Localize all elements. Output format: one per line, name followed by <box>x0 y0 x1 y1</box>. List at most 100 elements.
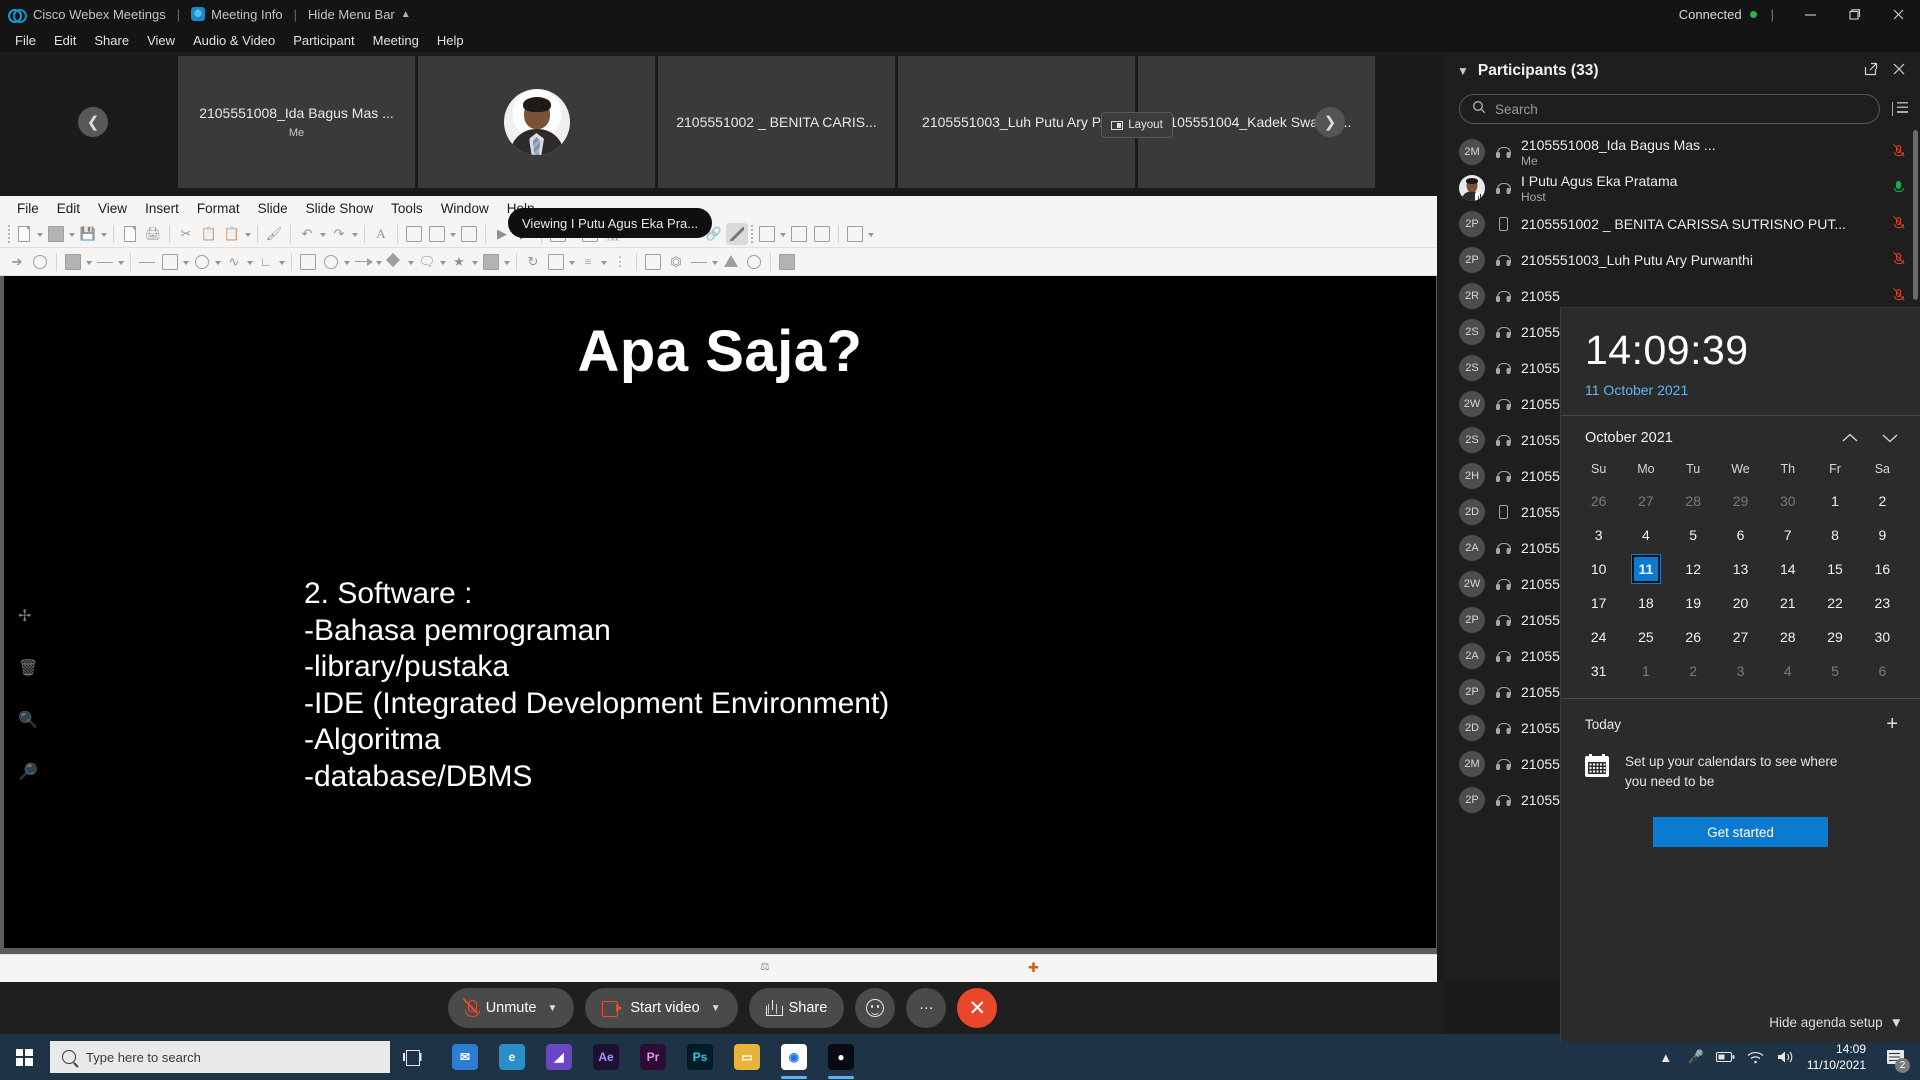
unmute-button[interactable]: Unmute ▼ <box>447 988 575 1028</box>
calendar-day[interactable]: 27 <box>1622 484 1669 518</box>
glue-points-icon[interactable] <box>743 251 765 273</box>
taskbar-edge-icon[interactable]: e <box>490 1034 534 1080</box>
task-view-button[interactable] <box>390 1034 434 1080</box>
taskbar-file-explorer-icon[interactable]: ▭ <box>725 1034 769 1080</box>
calendar-day[interactable]: 3 <box>1575 518 1622 552</box>
clone-formatting-icon[interactable]: 🖌 <box>263 223 285 245</box>
spelling-icon[interactable]: A <box>370 223 392 245</box>
chevron-down-icon[interactable]: ▼ <box>547 1003 557 1014</box>
end-meeting-button[interactable]: ✕ <box>957 988 998 1028</box>
participants-scrollbar[interactable] <box>1913 130 1918 300</box>
meeting-info-label[interactable]: Meeting Info <box>211 7 283 22</box>
insert-ellipse-icon[interactable] <box>191 251 213 273</box>
calendar-day[interactable]: 4 <box>1764 654 1811 688</box>
impress-menu-item-file[interactable]: File <box>8 199 48 218</box>
delete-tool-icon[interactable]: 🗑 <box>18 658 38 677</box>
new-slide-icon[interactable] <box>756 223 778 245</box>
calendar-day[interactable]: 25 <box>1622 620 1669 654</box>
points-icon[interactable] <box>720 251 742 273</box>
filmstrip-next-button[interactable]: ❯ <box>1315 107 1345 137</box>
chevron-down-icon[interactable] <box>439 251 447 273</box>
impress-menu-item-slide-show[interactable]: Slide Show <box>297 199 383 218</box>
sort-participants-icon[interactable] <box>1892 102 1908 116</box>
zoom-out-icon[interactable]: 🔎 <box>18 762 38 781</box>
open-file-icon[interactable] <box>45 223 67 245</box>
calendar-day[interactable]: 28 <box>1670 484 1717 518</box>
calendar-day[interactable]: 6 <box>1717 518 1764 552</box>
chevron-down-icon[interactable] <box>867 223 875 245</box>
chevron-down-icon[interactable] <box>351 223 359 245</box>
fill-color-icon[interactable] <box>62 251 84 273</box>
insert-curve-icon[interactable]: ∿ <box>223 251 245 273</box>
hide-agenda-setup-label[interactable]: Hide agenda setup <box>1769 1015 1882 1030</box>
calendar-day[interactable]: 28 <box>1764 620 1811 654</box>
reactions-button[interactable] <box>855 988 896 1028</box>
line-color-icon[interactable] <box>94 251 116 273</box>
chevron-down-icon[interactable] <box>100 223 108 245</box>
calendar-day-selected[interactable]: 11 <box>1622 552 1669 586</box>
block-arrows-icon[interactable] <box>352 251 374 273</box>
show-draw-functions-icon[interactable] <box>726 222 748 245</box>
undo-icon[interactable]: ↶ <box>296 223 318 245</box>
display-views-icon[interactable] <box>426 223 448 245</box>
current-date[interactable]: 11 October 2021 <box>1585 382 1896 398</box>
hide-menu-bar-button[interactable]: Hide Menu Bar <box>308 7 395 22</box>
flowchart-shapes-icon[interactable] <box>384 251 406 273</box>
chevron-down-icon[interactable] <box>85 251 93 273</box>
impress-menu-item-window[interactable]: Window <box>432 199 498 218</box>
move-tool-icon[interactable]: ✢ <box>18 606 36 625</box>
calendar-day[interactable]: 16 <box>1859 552 1906 586</box>
chevron-down-icon[interactable] <box>375 251 383 273</box>
filmstrip-prev-button[interactable]: ❮ <box>78 107 108 137</box>
chevron-down-icon[interactable]: ▼ <box>1457 64 1469 78</box>
calendar-day[interactable]: 3 <box>1717 654 1764 688</box>
toolbar-drag-handle-2[interactable] <box>749 223 755 244</box>
calendar-day[interactable]: 20 <box>1717 586 1764 620</box>
meeting-info-icon[interactable] <box>191 7 206 21</box>
chevron-down-icon[interactable] <box>779 223 787 245</box>
chevron-down-icon[interactable] <box>278 251 286 273</box>
calendar-day[interactable]: 12 <box>1670 552 1717 586</box>
webex-menu-item-participant[interactable]: Participant <box>284 31 363 50</box>
microphone-active-icon[interactable] <box>1892 180 1906 196</box>
calendar-day[interactable]: 26 <box>1575 484 1622 518</box>
microphone-muted-icon[interactable] <box>1892 287 1906 304</box>
chevron-down-icon[interactable] <box>182 251 190 273</box>
cut-icon[interactable]: ✂ <box>175 223 197 245</box>
zoom-in-icon[interactable]: 🔍 <box>18 710 38 729</box>
toggle-extrusion-icon[interactable] <box>776 251 798 273</box>
chevron-down-icon[interactable] <box>214 251 222 273</box>
calendar-grid[interactable]: Su Mo Tu We Th Fr Sa 26 27 28 29 30 1 2 3 4 5 6 7 8 9 10 11 12 1… <box>1561 454 1920 688</box>
get-started-button[interactable]: Get started <box>1653 817 1828 848</box>
redo-icon[interactable]: ↷ <box>328 223 350 245</box>
insert-line-icon[interactable] <box>136 251 158 273</box>
impress-menu-item-tools[interactable]: Tools <box>382 199 432 218</box>
impress-menu-item-edit[interactable]: Edit <box>48 199 89 218</box>
calendar-day[interactable]: 26 <box>1670 620 1717 654</box>
calendar-day[interactable]: 31 <box>1575 654 1622 688</box>
video-thumbnail[interactable]: 2105551008_Ida Bagus Mas ... Me <box>178 56 415 188</box>
chevron-down-icon[interactable]: ▼ <box>1890 1015 1903 1030</box>
toolbar-drag-handle[interactable] <box>6 223 12 244</box>
chevron-down-icon[interactable] <box>246 251 254 273</box>
participant-row[interactable]: 2P 2105551002 _ BENITA CARISSA SUTRISNO P… <box>1445 206 1920 242</box>
webex-menu-item-file[interactable]: File <box>6 31 45 50</box>
taskbar-webex-icon[interactable]: ● <box>819 1034 863 1080</box>
search-box[interactable] <box>1459 94 1880 124</box>
basic-shapes-icon[interactable] <box>297 251 319 273</box>
calendar-day[interactable]: 2 <box>1670 654 1717 688</box>
microphone-muted-icon[interactable] <box>1892 143 1906 160</box>
chevron-down-icon[interactable] <box>244 223 252 245</box>
chevron-down-icon[interactable] <box>449 223 457 245</box>
calendar-month-label[interactable]: October 2021 <box>1585 430 1673 446</box>
3d-objects-icon[interactable] <box>480 251 502 273</box>
export-pdf-icon[interactable] <box>119 223 141 245</box>
distribute-icon[interactable]: ⋮ <box>609 251 631 273</box>
chevron-down-icon[interactable] <box>68 223 76 245</box>
calendar-day[interactable]: 15 <box>1811 552 1858 586</box>
calendar-day[interactable]: 5 <box>1811 654 1858 688</box>
webex-menu-item-edit[interactable]: Edit <box>45 31 85 50</box>
new-document-icon[interactable] <box>13 223 35 245</box>
calendar-day[interactable]: 10 <box>1575 552 1622 586</box>
insert-rectangle-icon[interactable] <box>159 251 181 273</box>
